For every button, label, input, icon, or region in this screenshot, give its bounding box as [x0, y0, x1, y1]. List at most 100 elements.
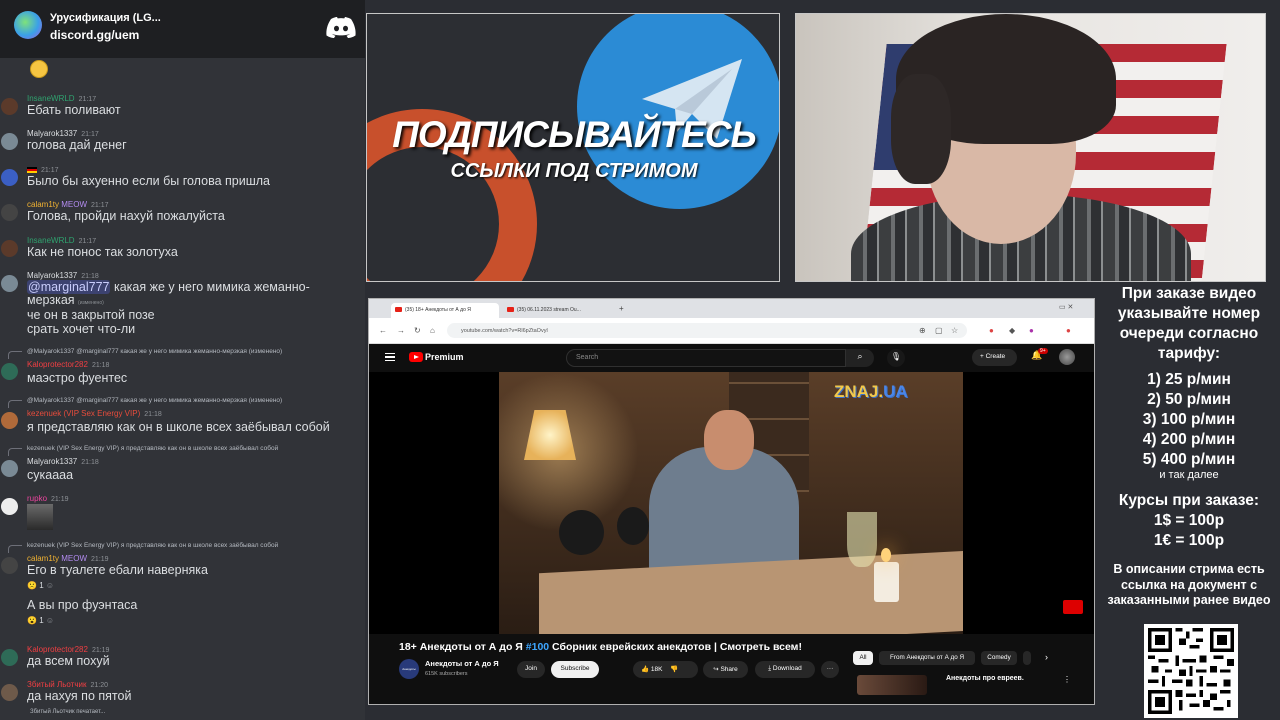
url-field[interactable]: youtube.com/watch?v=Rl6pZtaOvyl — [447, 323, 967, 338]
avatar[interactable] — [1, 133, 18, 150]
username[interactable]: 21:17 — [27, 165, 59, 174]
username[interactable]: Збитый Льотчик 21:20 — [27, 680, 108, 689]
menu-icon[interactable] — [385, 353, 395, 361]
new-tab-button[interactable]: + — [619, 304, 624, 313]
avatar[interactable] — [1, 169, 18, 186]
reply-preview[interactable]: kezenuek (VIP Sex Energy VIP) я представ… — [27, 542, 278, 549]
share-button[interactable]: ↪ Share — [703, 661, 748, 678]
username[interactable]: InsaneWRLD 21:17 — [27, 94, 96, 103]
message-text: маэстро фуентес — [27, 371, 128, 385]
message-list[interactable]: InsaneWRLD 21:17 Ебать поливают Malyarok1… — [0, 58, 365, 720]
bookmark-icon[interactable]: ☆ — [951, 326, 958, 335]
server-invite: discord.gg/uem — [50, 28, 140, 42]
extension-icon[interactable]: ● — [989, 326, 994, 335]
zoom-icon[interactable]: ⊕ — [919, 326, 926, 335]
avatar[interactable] — [1, 240, 18, 257]
username[interactable]: rupko 21:19 — [27, 494, 69, 503]
add-reaction-icon[interactable]: ☺ — [46, 616, 54, 625]
voice-search-button[interactable]: 🎙 — [887, 349, 905, 367]
like-dislike-group[interactable]: 👍 18K 👎 — [633, 661, 698, 678]
search-button[interactable]: ⌕ — [846, 349, 874, 367]
home-icon[interactable]: ⌂ — [430, 326, 435, 335]
tariff-etc: и так далее — [1159, 469, 1219, 481]
recommended-thumbnail[interactable] — [857, 675, 927, 695]
chevron-right-icon[interactable]: › — [1045, 652, 1048, 662]
youtube-premium-label[interactable]: Premium — [425, 352, 464, 362]
reply-preview[interactable]: kezenuek (VIP Sex Energy VIP) я представ… — [27, 445, 278, 452]
profile-icon[interactable]: ● — [1066, 326, 1071, 335]
filter-chip-channel[interactable]: From Анекдоты от А до Я — [879, 651, 975, 665]
download-button[interactable]: ⤓ Download — [755, 661, 815, 678]
username[interactable]: Malyarok1337 21:17 — [27, 129, 99, 138]
subscribe-button[interactable]: Subscribe — [551, 661, 599, 678]
username[interactable]: InsaneWRLD 21:17 — [27, 236, 96, 245]
extension-icon[interactable]: ● — [1029, 326, 1034, 335]
qr-code — [1144, 624, 1238, 718]
extension-icon[interactable]: ◆ — [1009, 326, 1015, 335]
video-player[interactable]: ZNAJ.UA — [369, 372, 1094, 634]
server-avatar — [14, 11, 42, 39]
avatar[interactable] — [1, 649, 18, 666]
cast-icon[interactable]: ▢ — [935, 326, 943, 335]
window-controls[interactable]: ▭ ✕ — [1059, 303, 1073, 311]
message-text: Как не понос так золотуха — [27, 245, 178, 259]
avatar[interactable] — [1, 557, 18, 574]
filter-chip-comedy[interactable]: Comedy — [981, 651, 1017, 665]
dislike-icon[interactable]: 👎 — [670, 666, 678, 673]
reply-preview[interactable]: @Malyarok1337 @marginal777 какая же у не… — [27, 348, 282, 355]
channel-avatar[interactable]: Анекдоты — [399, 659, 419, 679]
message-text: че он в закрытой позе — [27, 308, 155, 322]
username[interactable]: calam1ty MEOW 21:17 — [27, 200, 109, 209]
notification-badge: 9+ — [1038, 348, 1048, 354]
reaction[interactable]: 🙁 1 ☺ — [27, 581, 54, 590]
youtube-logo-icon[interactable] — [409, 352, 423, 362]
avatar[interactable] — [1, 684, 18, 701]
back-icon[interactable]: ← — [379, 326, 387, 335]
join-button[interactable]: Join — [517, 661, 545, 678]
role-badge: MEOW — [61, 554, 88, 563]
more-actions-button[interactable]: ··· — [821, 661, 839, 678]
tariff-item: 2) 50 р/мин — [1147, 391, 1231, 408]
channel-name[interactable]: Анекдоты от А до Я — [425, 659, 499, 668]
username[interactable]: Malyarok1337 21:18 — [27, 457, 99, 466]
message-text: @marginal777 какая же у него мимика жема… — [27, 280, 310, 294]
recommended-title[interactable]: Анекдоты про евреев. — [946, 675, 1024, 682]
browser-window[interactable]: (35) 18+ Анекдоты от А до Я (35) 06.11.2… — [368, 298, 1095, 705]
avatar[interactable] — [1, 204, 18, 221]
image-attachment[interactable] — [27, 504, 53, 530]
account-avatar[interactable] — [1059, 349, 1075, 365]
avatar[interactable] — [1, 412, 18, 429]
more-options-icon[interactable]: ⋮ — [1063, 675, 1071, 684]
avatar[interactable] — [1, 98, 18, 115]
username[interactable]: kezenuek (VIP Sex Energy VIP) 21:18 — [27, 409, 162, 418]
username[interactable]: Kaloprotector282 21:18 — [27, 360, 109, 369]
message-text: сукаааа — [27, 468, 74, 482]
avatar[interactable] — [1, 363, 18, 380]
reply-preview[interactable]: @Malyarok1337 @marginal777 какая же у не… — [27, 397, 282, 404]
reload-icon[interactable]: ↻ — [414, 326, 421, 335]
username[interactable]: Kaloprotector282 21:19 — [27, 645, 109, 654]
user-mention[interactable]: @marginal777 — [27, 280, 111, 294]
tariff-item: 3) 100 р/мин — [1142, 411, 1236, 428]
forward-icon[interactable]: → — [397, 326, 405, 335]
search-icon: ⌕ — [857, 351, 863, 361]
search-input[interactable]: Search — [566, 349, 846, 367]
avatar[interactable] — [1, 275, 18, 292]
username[interactable]: Malyarok1337 21:18 — [27, 271, 99, 280]
video-title: 18+ Анекдоты от А до Я #100 Сборник евре… — [399, 641, 802, 653]
username[interactable]: calam1ty MEOW 21:19 — [27, 554, 109, 563]
reaction[interactable]: 😮 1 ☺ — [27, 616, 54, 625]
filter-chip-all[interactable]: All — [853, 651, 873, 665]
add-reaction-icon[interactable]: ☺ — [46, 581, 54, 590]
channel-watermark-button[interactable] — [1063, 600, 1083, 614]
browser-tab-active[interactable]: (35) 18+ Анекдоты от А до Я — [391, 303, 499, 318]
create-button[interactable]: + Create — [972, 349, 1017, 366]
like-icon[interactable]: 👍 — [641, 666, 649, 673]
avatar[interactable] — [1, 498, 18, 515]
browser-tab-strip: (35) 18+ Анекдоты от А до Я (35) 06.11.2… — [369, 299, 1094, 318]
tariff-item: 5) 400 р/мин — [1142, 451, 1236, 468]
address-bar-row: ← → ↻ ⌂ youtube.com/watch?v=Rl6pZtaOvyl … — [369, 318, 1094, 344]
avatar[interactable] — [1, 460, 18, 477]
recommended-video[interactable]: Анекдоты про евреев. ⋮ — [857, 675, 1082, 695]
browser-tab[interactable]: (35) 06.11.2023 stream Ou... — [503, 303, 613, 318]
